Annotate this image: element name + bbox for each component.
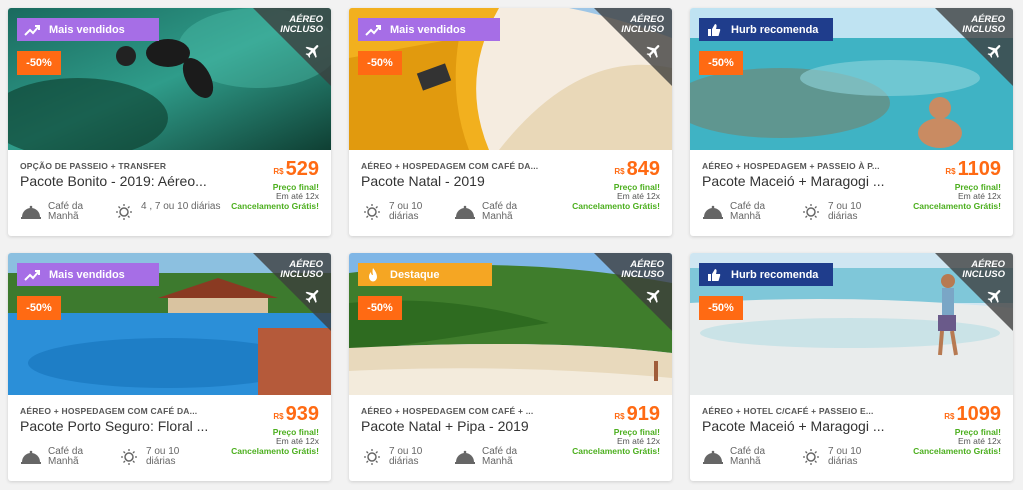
feature-breakfast: Café da Manhã [454,447,544,467]
airplane-icon [646,290,660,303]
trending-up-icon [364,23,382,37]
package-title[interactable]: Pacote Bonito - 2019: Aéreo... [20,173,230,189]
package-title[interactable]: Pacote Maceió + Maragogi ... [702,418,912,434]
sun-icon [364,204,380,220]
package-card-natal-pipa[interactable]: AÉREO INCLUSO Destaque -50% AÉREO + HOSPE… [349,253,672,481]
package-grid: AÉREO INCLUSO Mais vendidos -50% OPÇÃO DE… [0,0,1023,490]
installments-label: Em até 12x [958,436,1001,446]
aereo-incluso-label: AÉREO INCLUSO [621,14,664,35]
package-title[interactable]: Pacote Natal + Pipa - 2019 [361,418,571,434]
thumbs-up-icon [705,268,723,282]
airplane-icon [305,290,319,303]
package-category: AÉREO + HOSPEDAGEM COM CAFÉ + ... [361,406,534,416]
aereo-incluso-label: AÉREO INCLUSO [280,259,323,280]
feature-diarias: 7 ou 10 diárias [118,447,208,467]
package-category: AÉREO + HOSPEDAGEM COM CAFÉ DA... [361,161,539,171]
package-price: R$ 1109 [945,158,1001,180]
package-card-porto-seguro[interactable]: AÉREO INCLUSO Mais vendidos -50% AÉREO + … [8,253,331,481]
free-cancellation-label: Cancelamento Grátis! [572,201,660,211]
package-category: AÉREO + HOSPEDAGEM + PASSEIO À P... [702,161,880,171]
package-photo: AÉREO INCLUSO Mais vendidos -50% [349,8,672,150]
badge-mais-vendidos: Mais vendidos [358,18,500,41]
thumbs-up-icon [705,23,723,37]
trending-up-icon [23,23,41,37]
cloche-icon [455,450,475,464]
discount-badge: -50% [699,296,743,320]
feature-diarias: 4 , 7 ou 10 diárias [113,202,221,220]
package-category: OPÇÃO DE PASSEIO + TRANSFER [20,161,167,171]
discount-badge: -50% [358,296,402,320]
feature-diarias: 7 ou 10 diárias [800,202,890,222]
feature-diarias: 7 ou 10 diárias [361,447,451,467]
feature-diarias: 7 ou 10 diárias [361,202,451,222]
free-cancellation-label: Cancelamento Grátis! [231,201,319,211]
installments-label: Em até 12x [617,436,660,446]
installments-label: Em até 12x [617,191,660,201]
feature-breakfast: Café da Manhã [702,202,792,222]
sun-icon [803,204,819,220]
package-card-bonito[interactable]: AÉREO INCLUSO Mais vendidos -50% OPÇÃO DE… [8,8,331,236]
package-photo: AÉREO INCLUSO Mais vendidos -50% [8,253,331,395]
package-card-maceio[interactable]: AÉREO INCLUSO Hurb recomenda -50% AÉREO +… [690,8,1013,236]
aereo-incluso-label: AÉREO INCLUSO [962,14,1005,35]
sun-icon [116,204,132,220]
discount-badge: -50% [699,51,743,75]
airplane-icon [305,45,319,58]
cloche-icon [703,205,723,219]
cloche-icon [21,450,41,464]
aereo-incluso-label: AÉREO INCLUSO [280,14,323,35]
airplane-icon [987,45,1001,58]
aereo-incluso-label: AÉREO INCLUSO [962,259,1005,280]
package-photo: AÉREO INCLUSO Destaque -50% [349,253,672,395]
package-price: R$ 939 [273,403,319,425]
cloche-icon [703,450,723,464]
badge-destaque: Destaque [358,263,492,286]
feature-breakfast: Café da Manhã [454,202,544,222]
package-price: R$ 849 [614,158,660,180]
feature-breakfast: Café da Manhã [20,447,110,467]
discount-badge: -50% [358,51,402,75]
free-cancellation-label: Cancelamento Grátis! [913,446,1001,456]
package-photo: AÉREO INCLUSO Hurb recomenda -50% [690,8,1013,150]
free-cancellation-label: Cancelamento Grátis! [572,446,660,456]
package-title[interactable]: Pacote Natal - 2019 [361,173,571,189]
trending-up-icon [23,268,41,282]
installments-label: Em até 12x [276,436,319,446]
aereo-incluso-label: AÉREO INCLUSO [621,259,664,280]
cloche-icon [21,205,41,219]
badge-mais-vendidos: Mais vendidos [17,18,159,41]
installments-label: Em até 12x [276,191,319,201]
flame-icon [364,267,382,282]
feature-breakfast: Café da Manhã [20,202,110,222]
package-price: R$ 919 [614,403,660,425]
feature-diarias: 7 ou 10 diárias [800,447,890,467]
airplane-icon [646,45,660,58]
sun-icon [121,449,137,465]
feature-breakfast: Café da Manhã [702,447,792,467]
package-title[interactable]: Pacote Porto Seguro: Floral ... [20,418,230,434]
badge-hurb-recomenda: Hurb recomenda [699,263,833,286]
badge-mais-vendidos: Mais vendidos [17,263,159,286]
package-photo: AÉREO INCLUSO Hurb recomenda -50% [690,253,1013,395]
package-photo: AÉREO INCLUSO Mais vendidos -50% [8,8,331,150]
free-cancellation-label: Cancelamento Grátis! [231,446,319,456]
package-category: AÉREO + HOTEL C/CAFÉ + PASSEIO E... [702,406,874,416]
package-price: R$ 529 [273,158,319,180]
badge-hurb-recomenda: Hurb recomenda [699,18,833,41]
package-card-natal[interactable]: AÉREO INCLUSO Mais vendidos -50% AÉREO + … [349,8,672,236]
airplane-icon [987,290,1001,303]
free-cancellation-label: Cancelamento Grátis! [913,201,1001,211]
installments-label: Em até 12x [958,191,1001,201]
sun-icon [364,449,380,465]
package-card-maceio-2[interactable]: AÉREO INCLUSO Hurb recomenda -50% AÉREO +… [690,253,1013,481]
cloche-icon [455,205,475,219]
package-title[interactable]: Pacote Maceió + Maragogi ... [702,173,912,189]
package-price: R$ 1099 [944,403,1001,425]
discount-badge: -50% [17,51,61,75]
package-category: AÉREO + HOSPEDAGEM COM CAFÉ DA... [20,406,198,416]
sun-icon [803,449,819,465]
discount-badge: -50% [17,296,61,320]
